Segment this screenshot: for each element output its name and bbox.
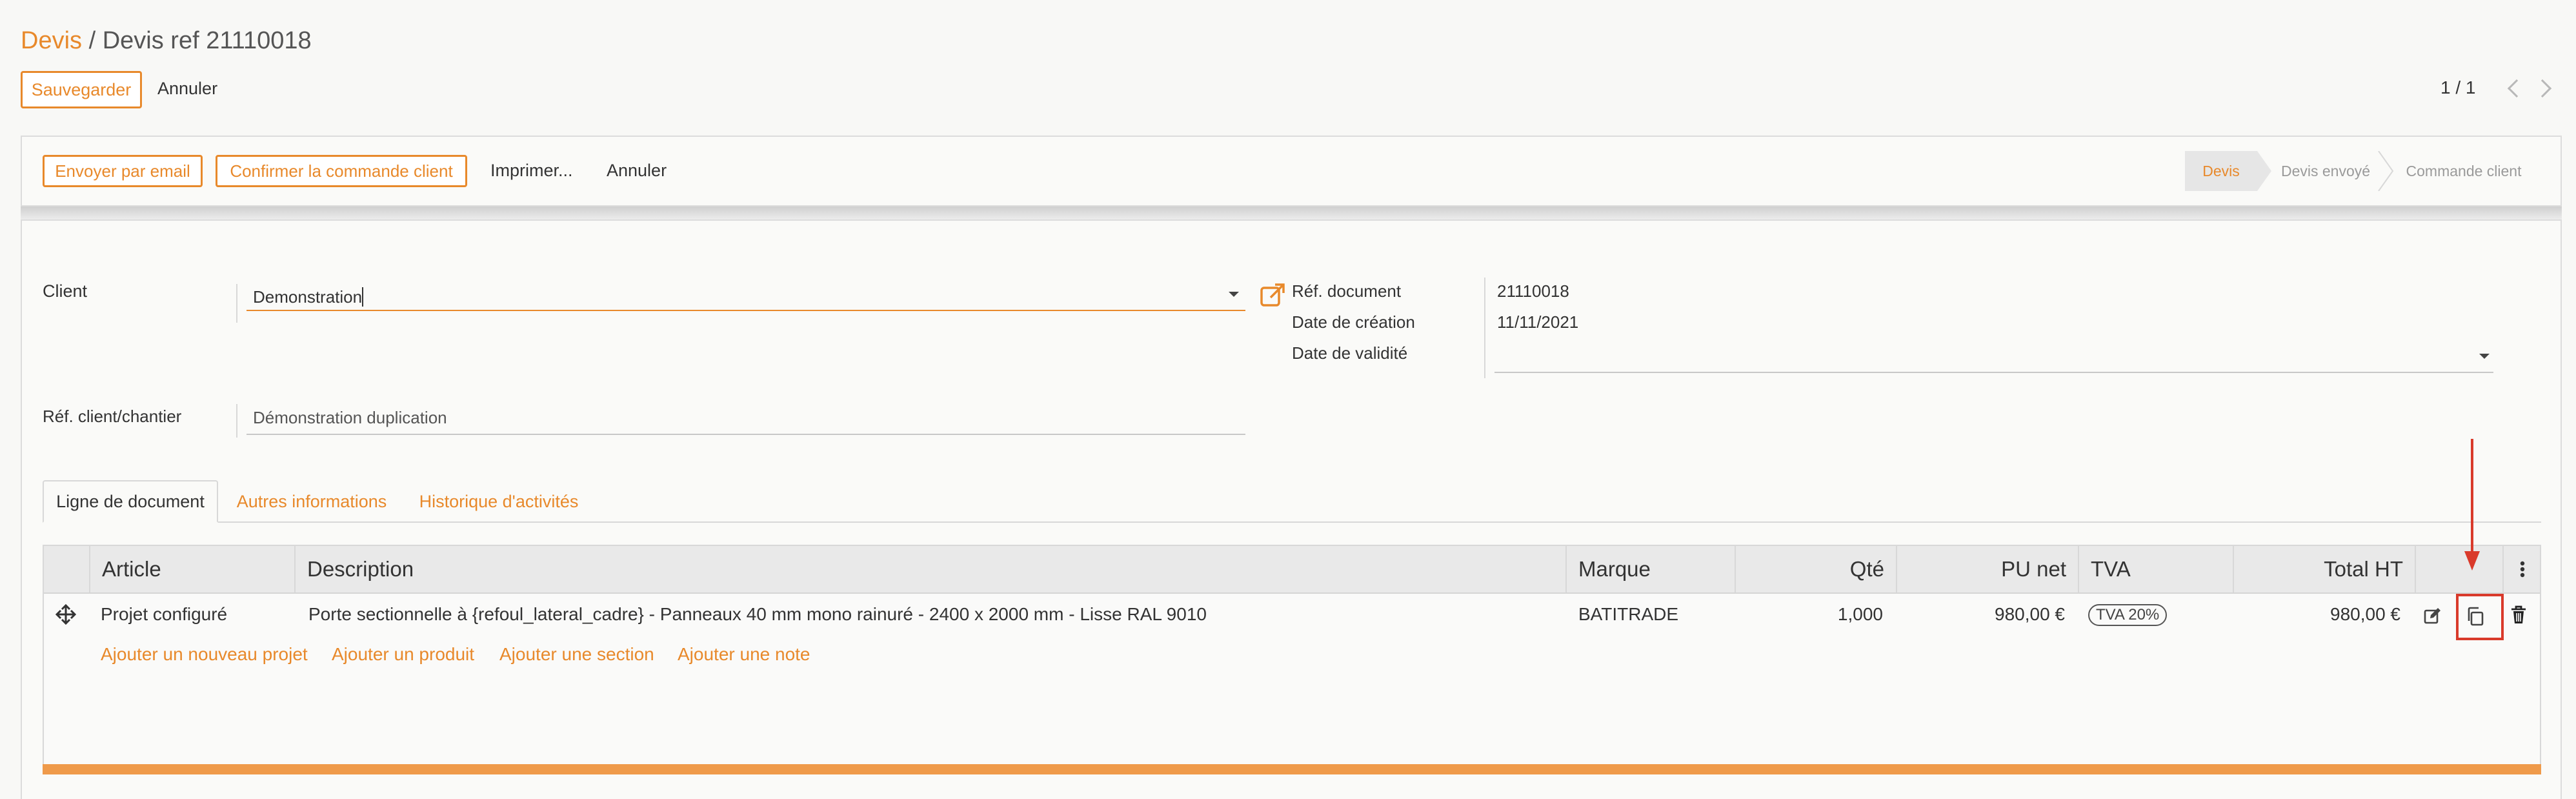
tab-autres-informations[interactable]: Autres informations — [227, 480, 396, 523]
annotation-arrow-icon — [2464, 439, 2480, 572]
date-validite-underline — [1494, 372, 2493, 373]
pager-value: 1 / 1 — [2440, 77, 2476, 97]
save-button[interactable]: Sauvegarder — [21, 71, 142, 108]
tab-historique-activites[interactable]: Historique d'activités — [408, 480, 590, 523]
column-header-total-ht[interactable]: Total HT — [2233, 546, 2415, 592]
cancel-quote-button[interactable]: Annuler — [607, 161, 667, 181]
tab-ligne-de-document[interactable]: Ligne de document — [43, 480, 218, 523]
cell-qte: 1,000 — [1837, 604, 1883, 624]
highlight-annotation — [2456, 594, 2504, 640]
field-separator — [236, 404, 237, 438]
column-header-tva[interactable]: TVA — [2078, 546, 2233, 592]
edit-icon[interactable] — [2424, 607, 2442, 625]
client-input[interactable]: Demonstration — [253, 284, 1244, 310]
status-step-devis-envoye[interactable]: Devis envoyé — [2271, 151, 2380, 191]
column-header-marque[interactable]: Marque — [1565, 546, 1735, 592]
column-options-icon[interactable] — [2502, 546, 2541, 592]
status-step-commande-client[interactable]: Commande client — [2393, 151, 2535, 191]
ref-client-label: Réf. client/chantier — [43, 407, 182, 426]
delete-icon[interactable] — [2510, 605, 2527, 625]
cell-marque: BATITRADE — [1578, 604, 1679, 624]
discard-button[interactable]: Annuler — [157, 79, 217, 99]
cell-article: Projet configuré — [101, 604, 228, 624]
client-dropdown-caret-icon[interactable] — [1229, 292, 1239, 297]
add-section-link[interactable]: Ajouter une section — [499, 644, 654, 665]
add-new-project-link[interactable]: Ajouter un nouveau projet — [101, 644, 308, 665]
column-header-qte[interactable]: Qté — [1735, 546, 1896, 592]
date-creation-value: 11/11/2021 — [1497, 312, 1579, 332]
breadcrumb: Devis / Devis ref 21110018 — [21, 27, 312, 55]
field-separator — [236, 284, 237, 323]
date-validite-dropdown-icon[interactable] — [2479, 354, 2490, 359]
cell-total-ht: 980,00 € — [2330, 604, 2400, 624]
page-title: Devis ref 21110018 — [102, 27, 312, 54]
date-validite-label: Date de validité — [1292, 343, 1408, 363]
breadcrumb-root[interactable]: Devis — [21, 27, 82, 54]
ref-client-input[interactable]: Démonstration duplication — [253, 408, 1244, 434]
date-creation-label: Date de création — [1292, 312, 1415, 332]
status-step-devis[interactable]: Devis — [2185, 151, 2257, 191]
pager-next-icon[interactable] — [2533, 79, 2552, 98]
column-header-description[interactable]: Description — [294, 546, 1565, 592]
cell-description: Porte sectionnelle à {refoul_lateral_cad… — [308, 604, 1207, 624]
client-label: Client — [43, 281, 88, 301]
drag-handle-icon[interactable] — [55, 604, 76, 625]
date-validite-input[interactable] — [1497, 343, 2491, 369]
send-email-button[interactable]: Envoyer par email — [43, 155, 203, 187]
table-footer-bar — [43, 764, 2541, 774]
confirm-order-button[interactable]: Confirmer la commande client — [216, 155, 467, 187]
sheet-shadow — [21, 207, 2562, 219]
add-product-link[interactable]: Ajouter un produit — [332, 644, 474, 665]
client-input-value: Demonstration — [253, 287, 363, 307]
table-header: Article Description Marque Qté PU net TV… — [44, 546, 2540, 594]
ref-client-underline — [247, 434, 1245, 435]
ref-document-value: 21110018 — [1497, 281, 1569, 301]
column-header-article[interactable]: Article — [89, 546, 294, 592]
tva-badge: TVA 20% — [2088, 604, 2168, 626]
external-link-icon[interactable] — [1260, 281, 1287, 308]
pager-previous-icon[interactable] — [2507, 79, 2526, 98]
column-header-actions — [2415, 546, 2502, 592]
breadcrumb-separator: / — [82, 27, 103, 54]
client-input-underline — [247, 310, 1245, 311]
column-header-handle — [44, 546, 89, 592]
print-button[interactable]: Imprimer... — [490, 161, 573, 181]
cell-pu-net: 980,00 € — [1995, 604, 2065, 624]
field-separator — [1484, 278, 1485, 378]
add-note-link[interactable]: Ajouter une note — [678, 644, 810, 665]
text-cursor — [362, 287, 364, 307]
ref-document-label: Réf. document — [1292, 281, 1402, 301]
column-header-pu-net[interactable]: PU net — [1896, 546, 2078, 592]
